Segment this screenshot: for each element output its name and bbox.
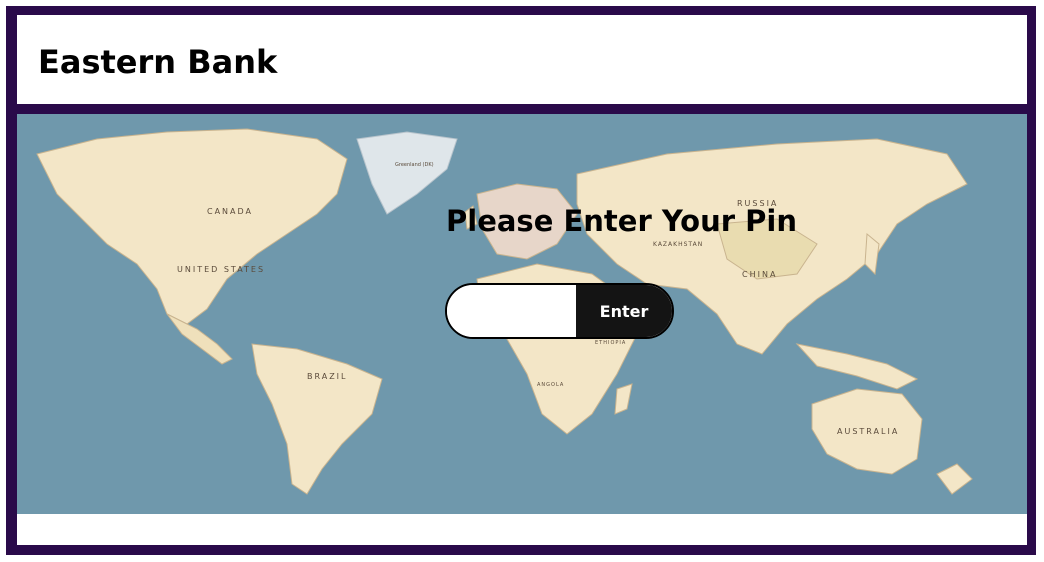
map-label-australia: AUSTRALIA	[837, 427, 899, 436]
pin-form: Enter	[445, 283, 674, 339]
pin-input[interactable]	[447, 285, 576, 337]
pin-prompt-heading: Please Enter Your Pin	[446, 204, 797, 238]
header: Eastern Bank	[17, 15, 1027, 104]
footer	[17, 514, 1027, 545]
map-label-canada: CANADA	[207, 207, 253, 216]
map-label-angola: ANGOLA	[537, 382, 564, 388]
map-label-kazakhstan: KAZAKHSTAN	[653, 241, 703, 248]
enter-button[interactable]: Enter	[576, 285, 672, 337]
map-label-china: CHINA	[742, 270, 777, 279]
map-label-united-states: UNITED STATES	[177, 265, 265, 274]
bank-name: Eastern Bank	[38, 43, 278, 81]
map-label-brazil: BRAZIL	[307, 372, 348, 381]
world-map-banner: CANADA UNITED STATES BRAZIL RUSSIA CHINA…	[17, 114, 1027, 514]
map-label-greenland: Greenland (DK)	[395, 162, 434, 168]
map-label-ethiopia: ETHIOPIA	[595, 340, 626, 346]
